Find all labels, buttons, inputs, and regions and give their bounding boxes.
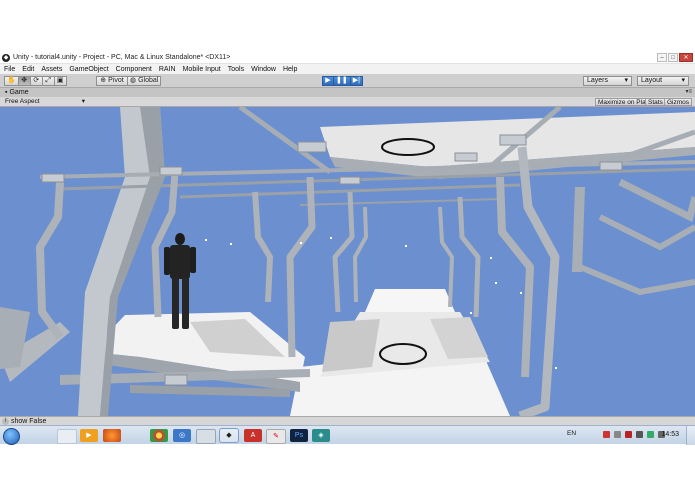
menu-item-tools[interactable]: Tools — [228, 66, 244, 73]
show-desktop-button[interactable] — [686, 426, 695, 445]
global-label: Global — [138, 77, 159, 84]
menu-item-file[interactable]: File — [4, 66, 15, 73]
far-floor — [365, 289, 455, 312]
menu-item-mobile-input[interactable]: Mobile Input — [183, 66, 221, 73]
maximize-icon[interactable]: □ — [668, 53, 678, 62]
menu-item-assets[interactable]: Assets — [41, 66, 62, 73]
rect-tool-icon[interactable]: ▣ — [54, 76, 67, 86]
main-toolbar: ✋ ✥ ⟳ ⤢ ▣ ⊕ Pivot ◍ Global ▶ ❚❚ ▶| Layer… — [0, 74, 695, 88]
stats-button[interactable]: Stats — [645, 98, 666, 106]
pivot-label: Pivot — [108, 77, 124, 84]
language-indicator[interactable]: EN — [567, 430, 576, 437]
menu-bar: File Edit Assets GameObject Component RA… — [0, 64, 695, 74]
chrome-icon[interactable] — [150, 429, 168, 442]
media-player-icon[interactable]: ▶ — [80, 429, 98, 442]
transform-tools: ✋ ✥ ⟳ ⤢ ▣ — [4, 76, 67, 86]
tray-app-icon[interactable] — [636, 431, 643, 438]
app-icon[interactable]: ◈ — [312, 429, 330, 442]
network-icon[interactable]: ◎ — [173, 429, 191, 442]
scene-render — [0, 107, 695, 416]
gizmos-dropdown[interactable]: Gizmos — [664, 98, 693, 106]
aspect-dropdown[interactable]: Free Aspect ▾ — [3, 98, 85, 106]
windows-taskbar: ▶ ◎ ◆ A ✎ Ps ◈ EN 14:53 — [0, 425, 695, 445]
menu-item-rain[interactable]: RAIN — [159, 66, 176, 73]
clock[interactable]: 14:53 — [661, 431, 679, 438]
game-viewport[interactable] — [0, 107, 695, 416]
chevron-down-icon: ▾ — [81, 98, 85, 105]
game-view-bar: Free Aspect ▾ Maximize on Play Stats Giz… — [0, 97, 695, 107]
menu-item-gameobject[interactable]: GameObject — [69, 66, 108, 73]
pause-icon[interactable]: ❚❚ — [334, 76, 351, 86]
tab-game-label: Game — [9, 89, 29, 96]
layers-dropdown[interactable]: Layers ▾ — [583, 76, 632, 86]
window-controls: – □ ✕ — [657, 53, 693, 62]
document-icon[interactable] — [196, 429, 216, 444]
menu-item-help[interactable]: Help — [283, 66, 297, 73]
pivot-button[interactable]: ⊕ Pivot — [96, 76, 128, 86]
game-view-icon: ▪ — [5, 89, 8, 96]
windows-start-icon[interactable] — [3, 428, 20, 445]
floor-shadow — [322, 319, 380, 372]
tab-options-icon[interactable]: ▾≡ — [685, 88, 692, 97]
maximize-on-play-button[interactable]: Maximize on Play — [595, 98, 652, 106]
layout-label: Layout — [641, 77, 663, 84]
scale-icon[interactable]: ⤢ — [42, 76, 55, 86]
file-icon[interactable] — [57, 429, 77, 444]
window-title: Unity - tutorial4.unity - Project - PC, … — [13, 54, 231, 61]
tray-app-icon[interactable] — [614, 431, 621, 438]
system-tray — [603, 431, 665, 438]
unity-logo-icon: ◆ — [2, 53, 10, 62]
layout-dropdown[interactable]: Layout ▾ — [637, 76, 689, 86]
menu-item-component[interactable]: Component — [116, 66, 152, 73]
unity-icon[interactable]: ◆ — [220, 429, 238, 442]
global-button[interactable]: ◍ Global — [128, 76, 161, 86]
aspect-label: Free Aspect — [5, 98, 40, 105]
console-status-bar[interactable]: i show False — [0, 416, 695, 425]
menu-item-window[interactable]: Window — [251, 66, 276, 73]
menu-item-edit[interactable]: Edit — [22, 66, 34, 73]
photoshop-icon[interactable]: Ps — [290, 429, 308, 442]
move-icon[interactable]: ✥ — [18, 76, 31, 86]
game-tab-strip: ▪ Game ▾≡ — [0, 88, 695, 97]
pivot-icon: ⊕ — [100, 77, 107, 84]
network-status-icon[interactable] — [647, 431, 654, 438]
firefox-icon[interactable] — [103, 429, 121, 442]
chevron-down-icon: ▾ — [681, 77, 685, 84]
playback-controls: ▶ ❚❚ ▶| — [322, 76, 363, 86]
hand-icon[interactable]: ✋ — [4, 76, 19, 86]
tray-app-icon[interactable] — [603, 431, 610, 438]
step-icon[interactable]: ▶| — [350, 76, 363, 86]
layers-label: Layers — [587, 77, 609, 84]
window-title-bar: ◆ Unity - tutorial4.unity - Project - PC… — [0, 52, 695, 64]
pdf-icon[interactable]: A — [244, 429, 262, 442]
close-icon[interactable]: ✕ — [679, 53, 693, 62]
minimize-icon[interactable]: – — [657, 53, 667, 62]
play-icon[interactable]: ▶ — [322, 76, 334, 86]
chevron-down-icon: ▾ — [624, 77, 628, 84]
tab-game[interactable]: ▪ Game — [2, 88, 32, 97]
rotate-icon[interactable]: ⟳ — [30, 76, 43, 86]
tray-app-icon[interactable] — [625, 431, 632, 438]
pivot-global-toggles: ⊕ Pivot ◍ Global — [96, 76, 161, 86]
globe-icon: ◍ — [130, 77, 137, 84]
info-icon: i — [2, 417, 9, 425]
paint-icon[interactable]: ✎ — [266, 429, 286, 444]
